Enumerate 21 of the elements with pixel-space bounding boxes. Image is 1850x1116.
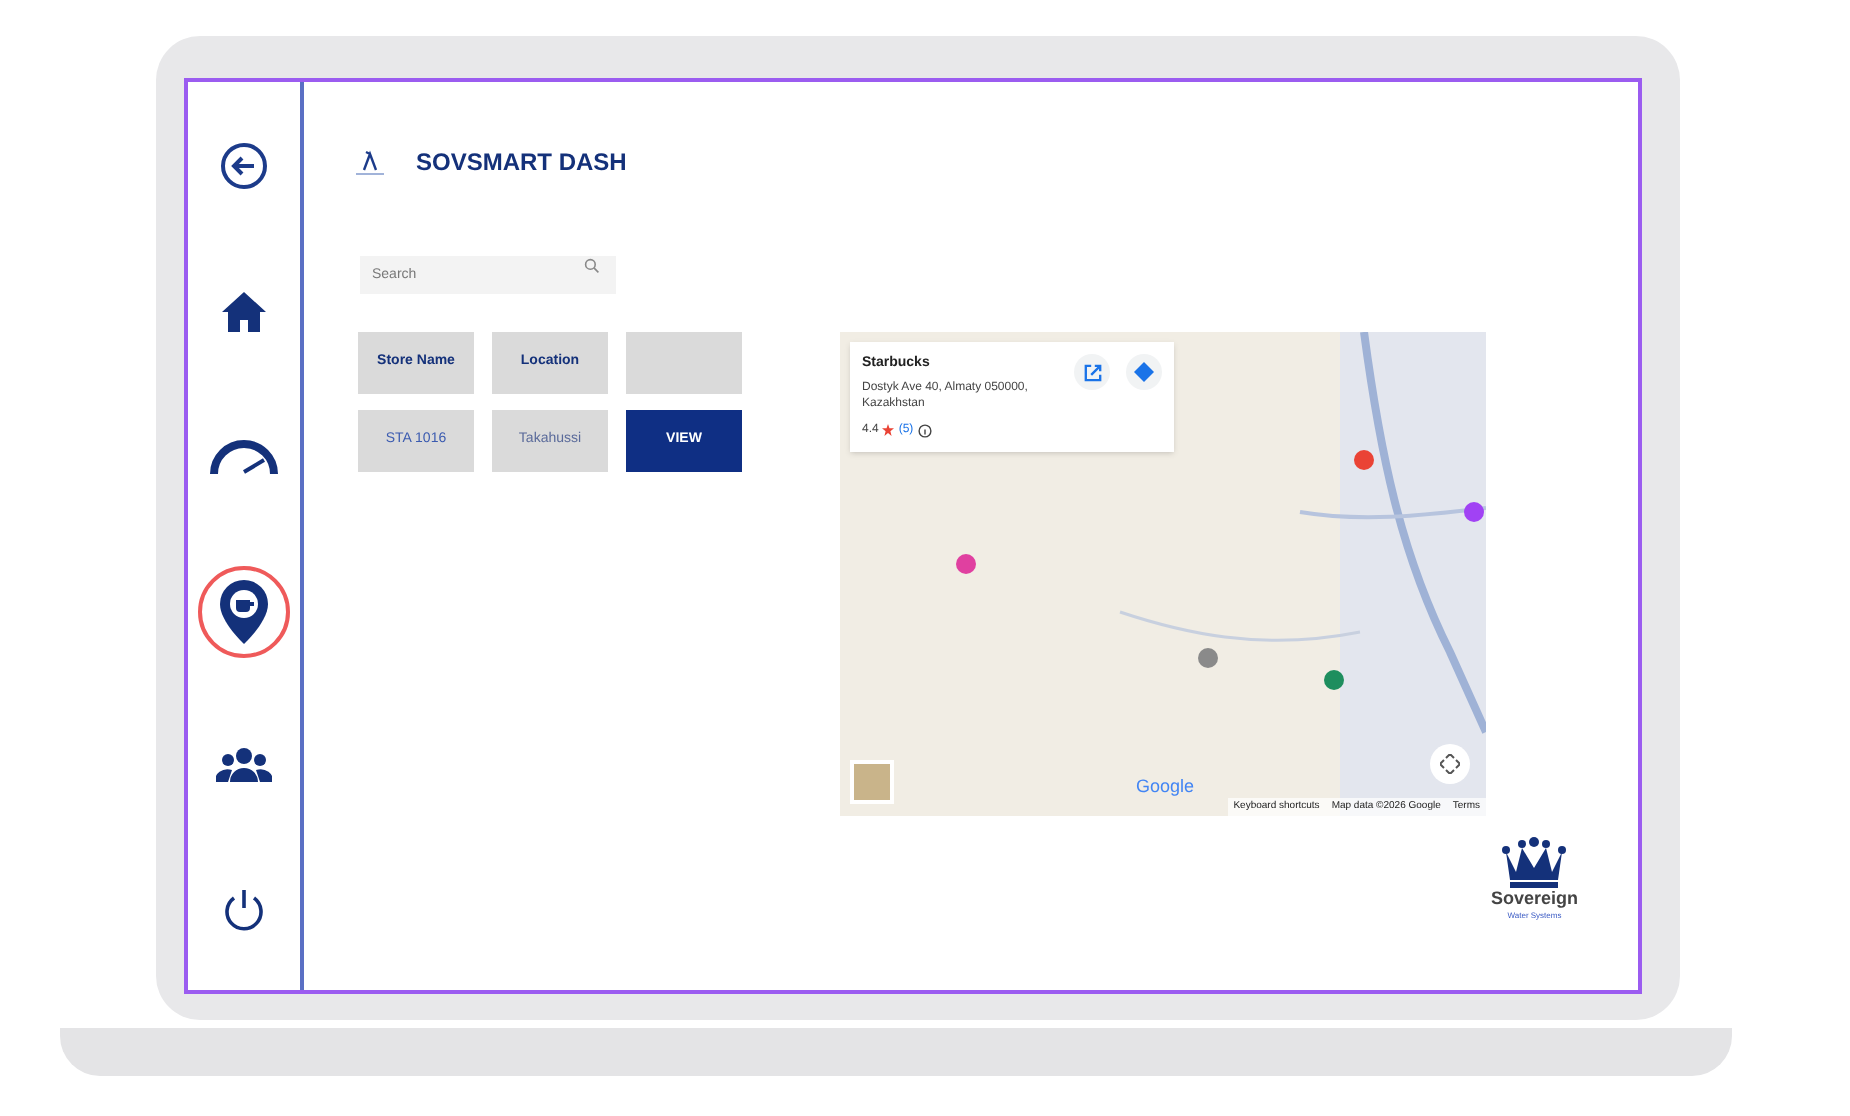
star-icon [882, 424, 895, 436]
info-icon [917, 423, 932, 437]
coffee-pin-icon[interactable] [218, 577, 270, 646]
external-link-icon [1083, 363, 1101, 381]
open-external-button[interactable] [1074, 354, 1110, 390]
app-title: SOVSMART DASH [416, 146, 627, 180]
move-icon [1440, 754, 1460, 774]
column-header [626, 332, 742, 394]
users-icon[interactable] [216, 745, 272, 782]
directions-icon [1134, 362, 1154, 382]
directions-button[interactable] [1126, 354, 1162, 390]
logo-icon [352, 148, 388, 176]
map-type-thumbnail[interactable] [850, 760, 894, 804]
map-logo: Google [1136, 773, 1195, 800]
home-icon[interactable] [220, 290, 268, 335]
brand-name: Sovereign [1490, 888, 1578, 910]
crown-icon [1498, 836, 1571, 888]
power-icon[interactable] [222, 887, 266, 932]
back-icon[interactable] [220, 142, 268, 190]
search-icon [584, 258, 600, 274]
gauge-icon[interactable] [208, 438, 280, 479]
